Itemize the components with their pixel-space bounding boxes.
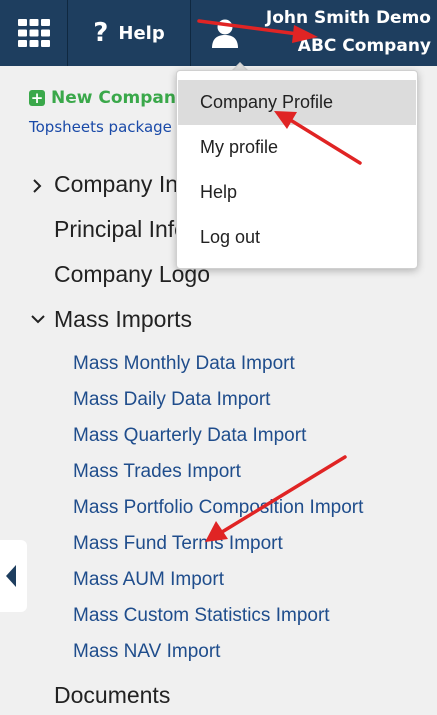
nav-documents[interactable]: Documents xyxy=(54,682,170,709)
user-name: John Smith Demo xyxy=(265,8,431,28)
help-button[interactable]: ? Help xyxy=(68,0,190,66)
new-company-label: New Company xyxy=(51,88,188,108)
user-dropdown-menu: Company Profile My profile Help Log out xyxy=(176,70,418,269)
mass-aum-import-link[interactable]: Mass AUM Import xyxy=(73,569,224,591)
topsheets-package-link[interactable]: Topsheets package xyxy=(29,118,172,136)
caret-left-icon xyxy=(5,565,16,587)
mass-quarterly-data-import-link[interactable]: Mass Quarterly Data Import xyxy=(73,425,306,447)
mass-trades-import-link[interactable]: Mass Trades Import xyxy=(73,461,241,483)
menu-item-log-out[interactable]: Log out xyxy=(178,215,416,260)
mass-monthly-data-import-link[interactable]: Mass Monthly Data Import xyxy=(73,353,295,375)
mass-fund-terms-import-link[interactable]: Mass Fund Terms Import xyxy=(73,533,283,555)
top-bar: ? Help John Smith Demo ABC Company xyxy=(0,0,437,66)
mass-portfolio-composition-import-link[interactable]: Mass Portfolio Composition Import xyxy=(73,497,363,519)
mass-custom-statistics-import-link[interactable]: Mass Custom Statistics Import xyxy=(73,605,330,627)
mass-nav-import-link[interactable]: Mass NAV Import xyxy=(73,641,220,663)
help-label: Help xyxy=(118,22,165,44)
sidebar-collapse-tab[interactable] xyxy=(0,540,27,612)
plus-icon: + xyxy=(29,88,45,107)
new-company-link[interactable]: + New Company xyxy=(29,88,187,108)
grid-icon xyxy=(17,19,50,47)
user-menu-button[interactable]: John Smith Demo ABC Company xyxy=(191,0,437,66)
menu-item-my-profile[interactable]: My profile xyxy=(178,125,416,170)
menu-item-company-profile[interactable]: Company Profile xyxy=(178,80,416,125)
apps-menu-button[interactable] xyxy=(0,0,67,66)
nav-mass-imports[interactable]: Mass Imports xyxy=(54,306,192,333)
user-icon xyxy=(212,19,238,48)
company-name: ABC Company xyxy=(297,36,431,56)
question-icon: ? xyxy=(93,18,109,48)
mass-daily-data-import-link[interactable]: Mass Daily Data Import xyxy=(73,389,270,411)
chevron-down-icon[interactable] xyxy=(29,313,47,325)
menu-item-help[interactable]: Help xyxy=(178,170,416,215)
chevron-right-icon[interactable] xyxy=(31,178,43,194)
